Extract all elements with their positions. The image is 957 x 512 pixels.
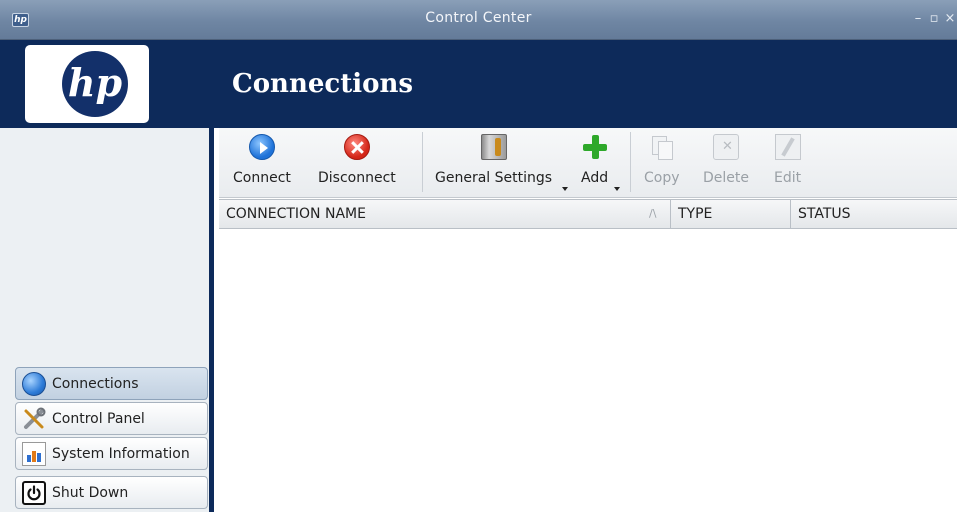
hp-logo-circle: hp (62, 51, 128, 117)
sidebar-item-label: Control Panel (52, 410, 145, 427)
settings-icon (480, 134, 507, 160)
general-settings-dropdown-icon[interactable] (562, 187, 568, 191)
general-settings-button[interactable]: General Settings (435, 134, 552, 192)
copy-button[interactable]: Copy (644, 134, 680, 192)
edit-button[interactable]: Edit (774, 134, 801, 192)
copy-label: Copy (644, 170, 680, 186)
sidebar-item-shut-down[interactable]: Shut Down (15, 476, 208, 509)
copy-icon (649, 134, 675, 160)
hp-logo: hp (25, 45, 149, 123)
add-icon (582, 134, 608, 160)
add-dropdown-icon[interactable] (614, 187, 620, 191)
column-header-type[interactable]: TYPE (671, 200, 791, 228)
column-header-status[interactable]: STATUS (791, 200, 957, 228)
globe-icon (22, 371, 46, 396)
app-header: hp Connections (0, 40, 957, 128)
sidebar: Connections Control Panel System Informa… (0, 128, 214, 512)
disconnect-icon (343, 134, 370, 160)
sidebar-item-label: System Information (52, 445, 190, 462)
toolbar-separator (422, 132, 423, 192)
minimize-icon[interactable]: – (911, 11, 925, 26)
add-button[interactable]: Add (581, 134, 608, 192)
edit-icon (774, 134, 801, 160)
toolbar-separator (630, 132, 631, 192)
window-title: Control Center (425, 10, 532, 26)
page-title: Connections (232, 69, 413, 99)
toolbar: Connect Disconnect General Settings Add … (219, 128, 957, 198)
connections-table-body[interactable] (219, 229, 957, 512)
connect-icon (248, 134, 275, 160)
tools-icon (22, 407, 46, 431)
disconnect-button[interactable]: Disconnect (318, 134, 396, 192)
window-controls: – ▫ × (909, 11, 957, 26)
system-info-icon (22, 441, 46, 466)
delete-button[interactable]: Delete (703, 134, 749, 192)
sidebar-item-system-information[interactable]: System Information (15, 437, 208, 470)
connect-label: Connect (233, 170, 291, 186)
window-titlebar: hp Control Center – ▫ × (0, 0, 957, 40)
sidebar-item-connections[interactable]: Connections (15, 367, 208, 400)
column-header-connection-name[interactable]: CONNECTION NAME (219, 200, 671, 228)
sidebar-item-control-panel[interactable]: Control Panel (15, 402, 208, 435)
hp-logo-text: hp (67, 60, 123, 105)
close-icon[interactable]: × (943, 11, 957, 26)
connections-table-header: CONNECTION NAME /\ TYPE STATUS (219, 199, 957, 229)
power-icon (22, 480, 46, 505)
disconnect-label: Disconnect (318, 170, 396, 186)
add-label: Add (581, 170, 609, 186)
sidebar-item-label: Shut Down (52, 484, 129, 501)
delete-label: Delete (703, 170, 749, 186)
general-settings-label: General Settings (435, 170, 553, 186)
connect-button[interactable]: Connect (233, 134, 291, 192)
sidebar-item-label: Connections (52, 375, 139, 392)
delete-icon (713, 134, 739, 160)
edit-label: Edit (774, 170, 802, 186)
sort-ascending-icon: /\ (649, 207, 657, 220)
maximize-icon[interactable]: ▫ (927, 11, 941, 26)
